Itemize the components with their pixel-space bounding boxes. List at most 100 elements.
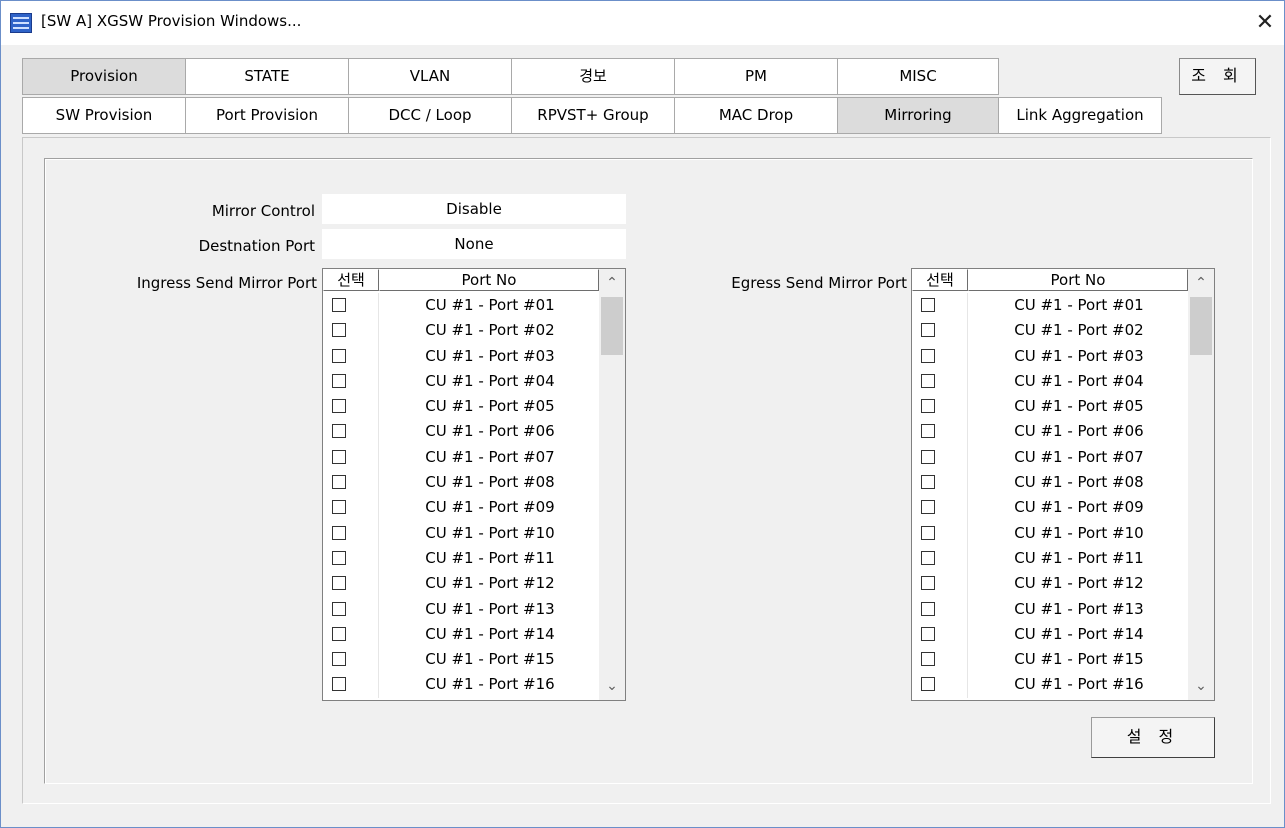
tab-link-aggregation[interactable]: Link Aggregation	[998, 97, 1162, 134]
port-column-header[interactable]: Port No	[968, 269, 1188, 291]
table-row[interactable]: CU #1 - Port #05	[323, 394, 599, 420]
select-checkbox[interactable]	[921, 323, 935, 338]
destination-port-value[interactable]: None	[322, 229, 626, 259]
tab-alarm[interactable]: 경보	[511, 58, 675, 95]
select-checkbox[interactable]	[332, 525, 346, 540]
chevron-down-icon[interactable]: ⌄	[1188, 674, 1214, 698]
select-checkbox[interactable]	[921, 525, 935, 540]
select-checkbox[interactable]	[332, 449, 346, 464]
window-title: [SW A] XGSW Provision Windows...	[41, 12, 302, 30]
select-checkbox[interactable]	[921, 449, 935, 464]
select-checkbox[interactable]	[332, 626, 346, 641]
select-checkbox[interactable]	[921, 373, 935, 388]
tab-mirroring[interactable]: Mirroring	[837, 97, 999, 134]
table-row[interactable]: CU #1 - Port #03	[323, 343, 599, 369]
select-checkbox[interactable]	[332, 373, 346, 388]
tab-port-provision[interactable]: Port Provision	[185, 97, 349, 134]
table-row[interactable]: CU #1 - Port #03	[912, 343, 1188, 369]
table-row[interactable]: CU #1 - Port #07	[912, 444, 1188, 471]
select-checkbox[interactable]	[921, 399, 935, 414]
select-checkbox[interactable]	[332, 677, 346, 692]
select-checkbox[interactable]	[332, 399, 346, 414]
select-checkbox[interactable]	[332, 550, 346, 565]
chevron-up-icon[interactable]: ⌃	[1188, 271, 1214, 295]
tab-vlan[interactable]: VLAN	[348, 58, 512, 95]
select-checkbox[interactable]	[921, 576, 935, 591]
table-row[interactable]: CU #1 - Port #12	[323, 571, 599, 597]
select-checkbox[interactable]	[921, 601, 935, 616]
table-row[interactable]: CU #1 - Port #01	[912, 293, 1188, 319]
select-checkbox[interactable]	[921, 652, 935, 667]
tab-mac-drop[interactable]: MAC Drop	[674, 97, 838, 134]
tab-dcc-loop[interactable]: DCC / Loop	[348, 97, 512, 134]
vertical-scrollbar[interactable]: ⌃ ⌄	[1188, 269, 1214, 700]
table-row[interactable]: CU #1 - Port #14	[912, 621, 1188, 648]
select-checkbox[interactable]	[921, 677, 935, 692]
select-checkbox[interactable]	[332, 323, 346, 338]
select-checkbox[interactable]	[921, 500, 935, 515]
select-checkbox[interactable]	[332, 298, 346, 312]
tab-misc[interactable]: MISC	[837, 58, 999, 95]
select-checkbox[interactable]	[332, 348, 346, 363]
select-checkbox[interactable]	[921, 298, 935, 312]
table-row[interactable]: CU #1 - Port #10	[323, 520, 599, 546]
select-column-header[interactable]: 선택	[912, 269, 968, 291]
table-row[interactable]: CU #1 - Port #08	[912, 470, 1188, 496]
table-row[interactable]: CU #1 - Port #13	[912, 596, 1188, 622]
table-row[interactable]: CU #1 - Port #05	[912, 394, 1188, 420]
table-row[interactable]: CU #1 - Port #06	[912, 419, 1188, 445]
table-row[interactable]: CU #1 - Port #16	[323, 672, 599, 698]
select-checkbox[interactable]	[332, 576, 346, 591]
select-checkbox[interactable]	[921, 475, 935, 490]
table-row[interactable]: CU #1 - Port #06	[323, 419, 599, 445]
select-checkbox[interactable]	[921, 550, 935, 565]
chevron-up-icon[interactable]: ⌃	[599, 271, 625, 295]
table-row[interactable]: CU #1 - Port #04	[912, 368, 1188, 395]
vertical-scrollbar[interactable]: ⌃ ⌄	[599, 269, 625, 700]
tab-pm[interactable]: PM	[674, 58, 838, 95]
chevron-down-icon[interactable]: ⌄	[599, 674, 625, 698]
select-checkbox[interactable]	[332, 424, 346, 439]
table-row[interactable]: CU #1 - Port #02	[912, 318, 1188, 344]
table-row[interactable]: CU #1 - Port #09	[912, 495, 1188, 521]
set-button[interactable]: 설 정	[1091, 717, 1215, 758]
table-row[interactable]: CU #1 - Port #08	[323, 470, 599, 496]
table-row[interactable]: CU #1 - Port #15	[912, 647, 1188, 673]
select-checkbox[interactable]	[921, 348, 935, 363]
table-row[interactable]: CU #1 - Port #04	[323, 368, 599, 395]
select-checkbox[interactable]	[332, 652, 346, 667]
scroll-thumb[interactable]	[601, 297, 623, 355]
select-checkbox[interactable]	[332, 601, 346, 616]
table-row[interactable]: CU #1 - Port #11	[323, 545, 599, 572]
table-row[interactable]: CU #1 - Port #11	[912, 545, 1188, 572]
table-row[interactable]: CU #1 - Port #15	[323, 647, 599, 673]
port-name: CU #1 - Port #13	[425, 599, 555, 618]
tab-rpvst-group[interactable]: RPVST+ Group	[511, 97, 675, 134]
select-column-header[interactable]: 선택	[323, 269, 379, 291]
table-row[interactable]: CU #1 - Port #10	[912, 520, 1188, 546]
mirror-control-value[interactable]: Disable	[322, 194, 626, 224]
port-column-header[interactable]: Port No	[379, 269, 599, 291]
table-row[interactable]: CU #1 - Port #07	[323, 444, 599, 471]
port-name: CU #1 - Port #01	[1014, 296, 1144, 314]
column-divider	[967, 343, 968, 369]
select-checkbox[interactable]	[921, 424, 935, 439]
table-row[interactable]: CU #1 - Port #02	[323, 318, 599, 344]
table-row[interactable]: CU #1 - Port #12	[912, 571, 1188, 597]
scroll-thumb[interactable]	[1190, 297, 1212, 355]
port-name: CU #1 - Port #05	[1014, 397, 1144, 416]
tab-provision[interactable]: Provision	[22, 58, 186, 95]
port-name: CU #1 - Port #13	[1014, 599, 1144, 618]
tab-state[interactable]: STATE	[185, 58, 349, 95]
query-button[interactable]: 조 회	[1179, 58, 1256, 95]
select-checkbox[interactable]	[921, 626, 935, 641]
table-row[interactable]: CU #1 - Port #01	[323, 293, 599, 319]
table-row[interactable]: CU #1 - Port #13	[323, 596, 599, 622]
select-checkbox[interactable]	[332, 475, 346, 490]
table-row[interactable]: CU #1 - Port #09	[323, 495, 599, 521]
table-row[interactable]: CU #1 - Port #14	[323, 621, 599, 648]
select-checkbox[interactable]	[332, 500, 346, 515]
table-row[interactable]: CU #1 - Port #16	[912, 672, 1188, 698]
tab-sw-provision[interactable]: SW Provision	[22, 97, 186, 134]
close-icon[interactable]: ✕	[1250, 9, 1280, 37]
